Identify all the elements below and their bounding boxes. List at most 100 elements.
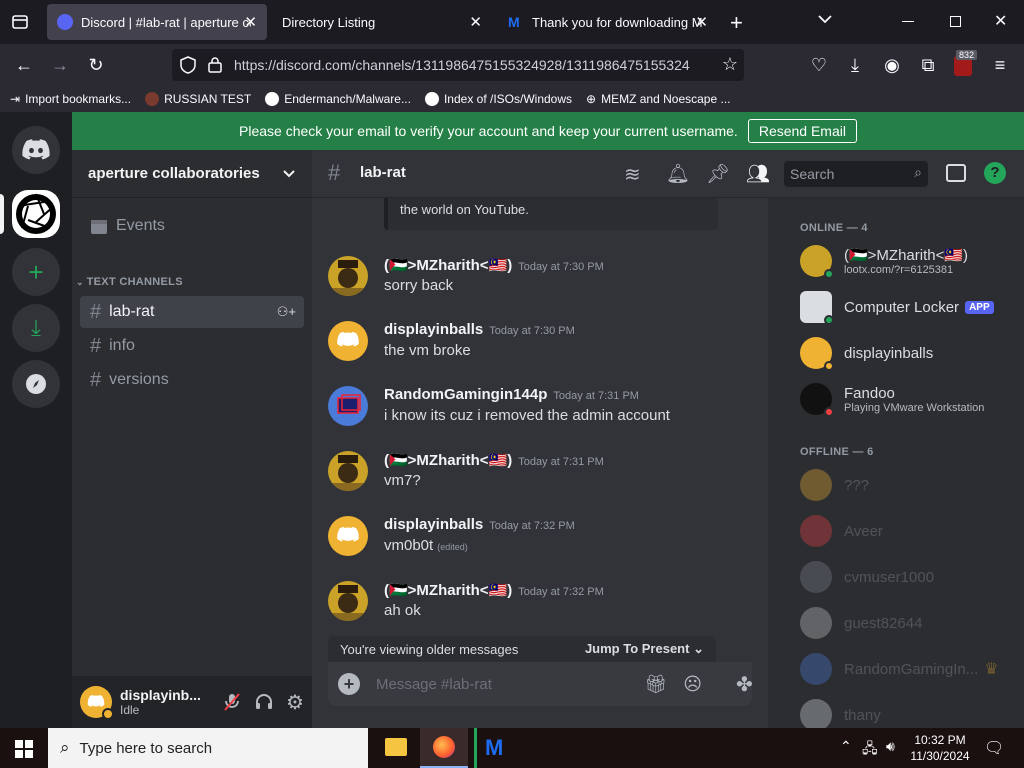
- message-author[interactable]: (🇵🇸>MZharith<🇲🇾): [384, 257, 512, 274]
- avatar[interactable]: [328, 321, 368, 361]
- avatar: [800, 607, 832, 639]
- member-item[interactable]: thany: [800, 694, 1020, 728]
- avatar[interactable]: [328, 386, 368, 426]
- forward-icon[interactable]: →: [49, 54, 71, 76]
- close-window-button[interactable]: ✕: [994, 11, 1007, 31]
- channel-info[interactable]: # info: [80, 330, 304, 362]
- url-bar[interactable]: https://discord.com/channels/13119864751…: [172, 49, 744, 81]
- chat-area: # lab-rat ≋ 🔔︎ 📌︎ 👥︎ Search ⌕ ? the worl…: [312, 150, 1024, 728]
- tab-directory-listing[interactable]: Directory Listing ✕: [272, 4, 492, 40]
- pinned-messages-icon[interactable]: 📌︎: [706, 162, 730, 186]
- chevron-up-icon[interactable]: ⌃: [840, 738, 852, 755]
- member-item[interactable]: displayinballs: [800, 332, 1020, 374]
- apps-icon[interactable]: ✤: [736, 672, 753, 697]
- message-input[interactable]: Message #lab-rat: [376, 676, 644, 693]
- close-tab-icon[interactable]: ✕: [244, 13, 257, 31]
- mute-mic-icon[interactable]: [222, 692, 242, 712]
- direct-messages-icon[interactable]: [12, 126, 60, 174]
- tab-download[interactable]: M Thank you for downloading Ma ✕: [498, 4, 718, 40]
- avatar[interactable]: [328, 256, 368, 296]
- message[interactable]: displayinballs Today at 7:30 PM the vm br…: [328, 321, 748, 381]
- message[interactable]: (🇵🇸>MZharith<🇲🇾) Today at 7:30 PM sorry b…: [328, 256, 748, 316]
- avatar[interactable]: [328, 516, 368, 556]
- message-author[interactable]: displayinballs: [384, 321, 483, 338]
- firefox-icon[interactable]: [420, 728, 468, 768]
- jump-to-present-button[interactable]: Jump To Present ⌄: [585, 641, 704, 657]
- message-author[interactable]: (🇵🇸>MZharith<🇲🇾): [384, 582, 512, 599]
- message[interactable]: (🇵🇸>MZharith<🇲🇾) Today at 7:31 PM vm7?: [328, 451, 748, 511]
- notifications-icon[interactable]: 🗨︎: [984, 738, 1004, 758]
- message[interactable]: RandomGamingin144p Today at 7:31 PM i kno…: [328, 386, 748, 446]
- member-item[interactable]: ???: [800, 464, 1020, 506]
- member-item[interactable]: cvmuser1000: [800, 556, 1020, 598]
- tab-overflow-icon[interactable]: [818, 14, 832, 24]
- taskbar-search[interactable]: ⌕ Type here to search: [48, 728, 368, 768]
- server-header[interactable]: aperture collaboratories: [72, 150, 312, 198]
- events-item[interactable]: Events: [80, 210, 304, 242]
- tab-discord[interactable]: Discord | #lab-rat | aperture coll ✕: [47, 4, 267, 40]
- clock[interactable]: 10:32 PM 11/30/2024: [910, 732, 970, 764]
- gift-icon[interactable]: 🎁︎: [644, 674, 667, 695]
- member-item[interactable]: Fandoo Playing VMware Workstation: [800, 378, 1020, 420]
- message[interactable]: displayinballs Today at 7:32 PM vm0b0t (ed…: [328, 516, 748, 576]
- bookmark-item[interactable]: RUSSIAN TEST: [145, 92, 251, 106]
- maximize-button[interactable]: [950, 16, 961, 27]
- avatar[interactable]: [328, 581, 368, 621]
- lock-icon[interactable]: [208, 56, 222, 73]
- avatar[interactable]: [328, 451, 368, 491]
- download-apps-icon[interactable]: ⤓: [12, 304, 60, 352]
- message-author[interactable]: displayinballs: [384, 516, 483, 533]
- add-member-icon[interactable]: ⚇+: [277, 304, 296, 320]
- extensions-icon[interactable]: ⧉: [917, 54, 939, 76]
- help-icon[interactable]: ?: [984, 162, 1006, 184]
- member-item[interactable]: RandomGamingIn... ♛: [800, 648, 1020, 690]
- discover-icon[interactable]: [12, 360, 60, 408]
- member-item[interactable]: guest82644: [800, 602, 1020, 644]
- network-icon[interactable]: 🖧︎: [862, 738, 878, 762]
- message[interactable]: (🇵🇸>MZharith<🇲🇾) Today at 7:32 PM ah ok: [328, 581, 748, 641]
- inbox-icon[interactable]: [946, 164, 966, 182]
- add-attachment-icon[interactable]: +: [338, 673, 360, 695]
- downloads-icon[interactable]: ⤓: [844, 54, 866, 76]
- reload-icon[interactable]: ↻: [85, 54, 107, 76]
- windows-start-icon[interactable]: [15, 740, 33, 758]
- close-tab-icon[interactable]: ✕: [469, 13, 482, 31]
- bookmark-favicon-icon: [145, 92, 160, 106]
- bookmark-item[interactable]: ⇥ Import bookmarks...: [10, 92, 131, 106]
- menu-icon[interactable]: ≡: [989, 54, 1011, 76]
- notification-bell-icon[interactable]: 🔔︎: [666, 162, 690, 186]
- account-icon[interactable]: ◉: [881, 54, 903, 76]
- settings-gear-icon[interactable]: ⚙: [286, 690, 304, 715]
- minimize-button[interactable]: [902, 21, 914, 22]
- server-aperture-icon[interactable]: [12, 190, 60, 238]
- message-author[interactable]: RandomGamingin144p: [384, 386, 547, 403]
- member-item[interactable]: Computer Locker APP: [800, 286, 1020, 328]
- search-input[interactable]: Search ⌕: [784, 161, 928, 187]
- threads-icon[interactable]: ≋: [624, 162, 641, 187]
- volume-icon[interactable]: 🔊︎: [886, 738, 895, 755]
- channel-lab-rat[interactable]: # lab-rat ⚇+: [80, 296, 304, 328]
- back-icon[interactable]: ←: [13, 54, 35, 76]
- message-author[interactable]: (🇵🇸>MZharith<🇲🇾): [384, 452, 512, 469]
- channel-versions[interactable]: # versions: [80, 364, 304, 396]
- bookmark-star-icon[interactable]: ☆: [722, 54, 738, 75]
- bookmark-item[interactable]: Endermanch/Malware...: [265, 92, 411, 106]
- category-text-channels[interactable]: ⌄ TEXT CHANNELS: [76, 276, 183, 288]
- pocket-icon[interactable]: ♡: [808, 54, 830, 76]
- bookmark-item[interactable]: ⊕ MEMZ and Noescape ...: [586, 92, 730, 106]
- emoji-icon[interactable]: ☹: [683, 674, 702, 695]
- member-item[interactable]: (🇵🇸>MZharith<🇲🇾) lootx.com/?r=6125381: [800, 240, 1020, 282]
- add-server-icon[interactable]: +: [12, 248, 60, 296]
- close-tab-icon[interactable]: ✕: [695, 13, 708, 31]
- member-list-icon[interactable]: 👥︎: [746, 162, 770, 186]
- malwarebytes-icon[interactable]: M: [474, 728, 514, 768]
- avatar[interactable]: [80, 686, 114, 720]
- tab-list-icon[interactable]: [10, 12, 30, 32]
- file-explorer-icon[interactable]: [385, 738, 407, 756]
- headphones-icon[interactable]: [254, 692, 274, 712]
- bookmark-item[interactable]: Index of /ISOs/Windows: [424, 92, 572, 106]
- resend-email-button[interactable]: Resend Email: [747, 119, 857, 143]
- member-item[interactable]: Aveer: [800, 510, 1020, 552]
- shield-icon[interactable]: [180, 56, 196, 74]
- new-tab-button[interactable]: +: [730, 10, 743, 36]
